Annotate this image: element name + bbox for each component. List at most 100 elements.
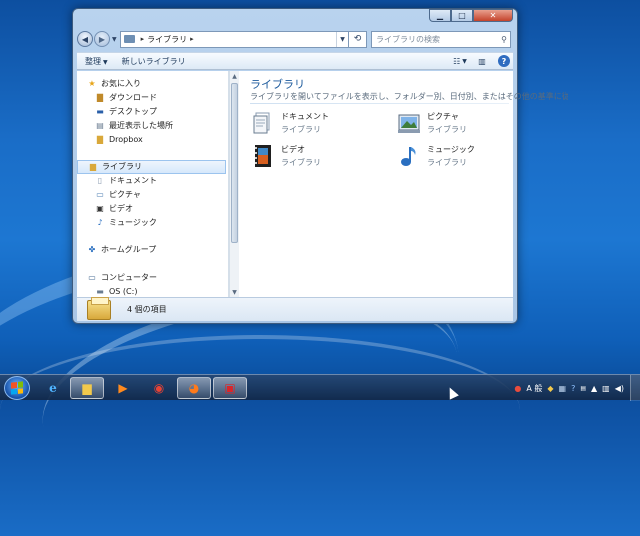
nav-item-drive-c[interactable]: ▬ OS (C:) bbox=[77, 285, 228, 297]
maximize-button[interactable]: □ bbox=[451, 9, 473, 22]
desktop-icon: ▬ bbox=[96, 106, 104, 116]
ime-indicator[interactable]: A 般 bbox=[526, 383, 542, 394]
taskbar-media-player[interactable]: ▶ bbox=[106, 377, 140, 399]
recent-pages-dropdown[interactable]: ▼ bbox=[112, 36, 117, 43]
details-pane: 4 個の項目 bbox=[77, 296, 513, 321]
forward-button[interactable]: ▶ bbox=[94, 31, 110, 47]
address-dropdown-icon[interactable]: ▼ bbox=[336, 31, 348, 47]
chevron-right-icon[interactable]: ▸ bbox=[141, 35, 145, 43]
scroll-down-icon[interactable]: ▼ bbox=[230, 287, 239, 297]
nav-item-music[interactable]: ♪ ミュージック bbox=[77, 215, 228, 229]
nav-item-documents[interactable]: ▯ ドキュメント bbox=[77, 174, 228, 188]
window-controls: ▁ □ ✕ bbox=[429, 9, 513, 22]
homegroup-icon: ✤ bbox=[88, 245, 96, 255]
nav-item-pictures[interactable]: ▭ ピクチャ bbox=[77, 188, 228, 202]
nav-item-label: ビデオ bbox=[109, 203, 133, 213]
item-count: 4 個の項目 bbox=[127, 305, 167, 314]
taskbar-firefox[interactable]: ◕ bbox=[177, 377, 211, 399]
view-icon: ☷ bbox=[453, 56, 461, 66]
nav-item-label: Dropbox bbox=[109, 134, 143, 144]
minimize-icon: ▁ bbox=[436, 11, 444, 20]
nav-item-label: 最近表示した場所 bbox=[109, 120, 173, 130]
network-icon[interactable]: ▥ bbox=[602, 384, 610, 393]
documents-icon: ▯ bbox=[97, 176, 103, 186]
wallpaper-swirl bbox=[0, 335, 520, 485]
view-options-button[interactable]: ☷ ▼ bbox=[451, 54, 469, 68]
command-bar: 整理 ▼ 新しいライブラリ ☷ ▼ ▥ ? bbox=[77, 52, 513, 70]
nav-libraries[interactable]: ▆ ライブラリ bbox=[77, 159, 226, 174]
nav-computer-label: コンピューター bbox=[101, 273, 157, 283]
ime-mode-icon[interactable]: ▤ bbox=[580, 385, 586, 392]
ime-options-icon[interactable]: ◆ bbox=[547, 384, 553, 393]
nav-item-label: デスクトップ bbox=[109, 106, 157, 116]
downloads-folder-icon: ▇ bbox=[96, 93, 104, 103]
taskbar-app[interactable]: ▣ bbox=[213, 377, 247, 399]
breadcrumb-libraries[interactable]: ライブラリ bbox=[147, 34, 187, 45]
preview-pane-icon: ▥ bbox=[478, 56, 486, 66]
refresh-icon: ⟲ bbox=[353, 34, 362, 44]
tray-app-icon[interactable]: ● bbox=[514, 384, 521, 393]
refresh-button[interactable]: ⟲ bbox=[349, 30, 367, 48]
nav-computer[interactable]: ▭ コンピューター bbox=[77, 271, 228, 285]
new-library-button[interactable]: 新しいライブラリ bbox=[122, 56, 186, 67]
nav-item-recent-places[interactable]: ▤ 最近表示した場所 bbox=[77, 118, 228, 132]
start-button[interactable] bbox=[4, 376, 30, 400]
organize-button[interactable]: 整理 ▼ bbox=[85, 56, 108, 67]
help-button[interactable]: ? bbox=[495, 54, 513, 68]
nav-favorites[interactable]: ★ お気に入り bbox=[77, 77, 228, 91]
taskbar-internet-explorer[interactable]: e bbox=[36, 377, 70, 399]
chevron-right-icon[interactable]: ▸ bbox=[190, 35, 194, 43]
content-pane: ライブラリ ライブラリを開いてファイルを表示し、フォルダー別、日付別、またはその… bbox=[239, 71, 568, 297]
search-input[interactable]: ライブラリの検索 ⚲ bbox=[371, 30, 511, 48]
library-item-name: ピクチャ bbox=[427, 112, 459, 121]
nav-scrollbar[interactable]: ▲ ▼ bbox=[229, 71, 239, 297]
maximize-icon: □ bbox=[458, 11, 466, 20]
ime-pad-icon[interactable]: ▦ bbox=[559, 384, 567, 393]
show-hidden-icons-icon[interactable]: ▲ bbox=[591, 384, 597, 393]
scroll-up-icon[interactable]: ▲ bbox=[230, 71, 239, 81]
library-item-type: ライブラリ bbox=[427, 158, 467, 167]
address-row: ◀ ▶ ▼ ▸ ライブラリ ▸ ▼ ⟲ ライブラリの検索 ⚲ bbox=[77, 29, 511, 49]
back-arrow-icon: ◀ bbox=[81, 34, 89, 44]
minimize-button[interactable]: ▁ bbox=[429, 9, 451, 22]
address-bar[interactable]: ▸ ライブラリ ▸ ▼ bbox=[119, 30, 349, 48]
nav-libraries-label: ライブラリ bbox=[102, 162, 142, 172]
nav-item-label: ダウンロード bbox=[109, 93, 157, 103]
library-item-documents[interactable]: ドキュメント ライブラリ bbox=[251, 111, 329, 135]
nav-item-dropbox[interactable]: ▇ Dropbox bbox=[77, 132, 228, 146]
nav-homegroup[interactable]: ✤ ホームグループ bbox=[77, 243, 228, 257]
drive-icon: ▬ bbox=[96, 286, 104, 296]
pictures-icon: ▭ bbox=[96, 189, 104, 199]
videos-icon bbox=[251, 144, 275, 168]
taskbar-chrome[interactable]: ◉ bbox=[142, 377, 176, 399]
help-icon[interactable]: ? bbox=[571, 384, 575, 393]
nav-item-desktop[interactable]: ▬ デスクトップ bbox=[77, 105, 228, 119]
library-item-music[interactable]: ミュージック ライブラリ bbox=[397, 144, 475, 168]
search-placeholder: ライブラリの検索 bbox=[376, 34, 440, 44]
preview-pane-button[interactable]: ▥ bbox=[473, 54, 491, 68]
taskbar-explorer[interactable]: ▆ bbox=[70, 377, 104, 399]
page-title: ライブラリ bbox=[250, 78, 305, 91]
libraries-icon bbox=[87, 296, 111, 320]
explorer-window[interactable]: ▁ □ ✕ ◀ ▶ ▼ ▸ ライブラリ ▸ ▼ ⟲ ライブラリの検索 ⚲ 整理 ▼… bbox=[72, 8, 568, 324]
libraries-icon: ▆ bbox=[89, 162, 97, 172]
volume-icon[interactable]: ◀) bbox=[615, 384, 624, 393]
close-button[interactable]: ✕ bbox=[473, 9, 513, 22]
star-icon: ★ bbox=[88, 79, 96, 89]
back-button[interactable]: ◀ bbox=[77, 31, 93, 47]
taskbar: e ▆ ▶ ◉ ◕ ▣ ● A 般 ◆ ▦ ? ▤ ▲ ▥ ◀) bbox=[0, 374, 640, 401]
windows-logo-icon bbox=[11, 381, 23, 395]
navigation-pane[interactable]: ★ お気に入り ▇ ダウンロード ▬ デスクトップ ▤ 最近表示した場所 ▇ D… bbox=[77, 71, 229, 297]
nav-item-videos[interactable]: ▣ ビデオ bbox=[77, 201, 228, 215]
recent-places-icon: ▤ bbox=[96, 120, 104, 130]
nav-favorites-label: お気に入り bbox=[101, 79, 141, 89]
library-item-type: ライブラリ bbox=[281, 125, 321, 134]
search-icon: ⚲ bbox=[501, 34, 507, 44]
show-desktop-button[interactable] bbox=[630, 375, 640, 401]
scroll-thumb[interactable] bbox=[231, 83, 238, 243]
library-item-pictures[interactable]: ピクチャ ライブラリ bbox=[397, 111, 467, 135]
chevron-down-icon: ▼ bbox=[462, 57, 467, 65]
library-item-videos[interactable]: ビデオ ライブラリ bbox=[251, 144, 321, 168]
music-icon: ♪ bbox=[97, 217, 103, 227]
nav-item-downloads[interactable]: ▇ ダウンロード bbox=[77, 91, 228, 105]
